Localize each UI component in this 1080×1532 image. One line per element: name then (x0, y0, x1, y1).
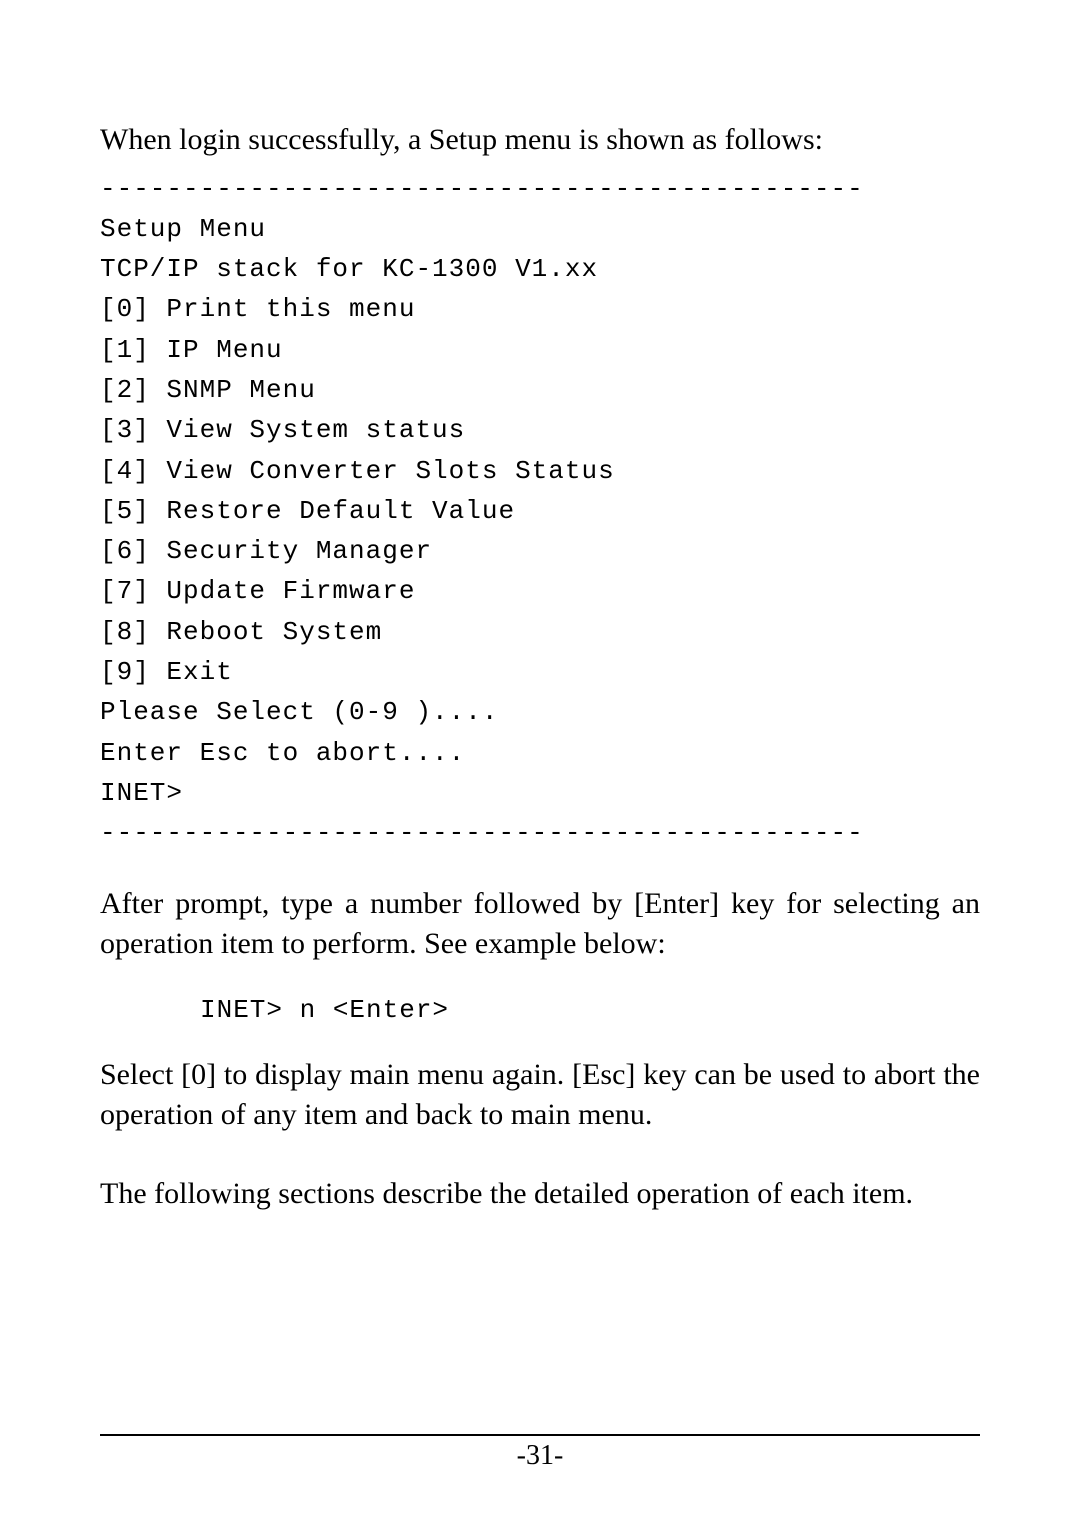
following-sections-paragraph: The following sections describe the deta… (100, 1174, 980, 1215)
menu-item-7: [7] Update Firmware (100, 571, 980, 611)
menu-item-8: [8] Reboot System (100, 612, 980, 652)
select-zero-paragraph: Select [0] to display main menu again. [… (100, 1055, 980, 1136)
page-footer: -31- (100, 1434, 980, 1472)
menu-rule-bottom: ----------------------------------------… (100, 813, 980, 853)
after-prompt-paragraph: After prompt, type a number followed by … (100, 884, 980, 965)
menu-item-3: [3] View System status (100, 410, 980, 450)
menu-item-6: [6] Security Manager (100, 531, 980, 571)
menu-item-9: [9] Exit (100, 652, 980, 692)
menu-item-0: [0] Print this menu (100, 289, 980, 329)
page-number: -31- (517, 1440, 564, 1471)
footer-rule (100, 1434, 980, 1436)
menu-subtitle: TCP/IP stack for KC-1300 V1.xx (100, 249, 980, 289)
example-command: INET> n <Enter> (200, 995, 980, 1025)
setup-menu-block: ----------------------------------------… (100, 169, 980, 854)
menu-item-1: [1] IP Menu (100, 330, 980, 370)
menu-item-2: [2] SNMP Menu (100, 370, 980, 410)
menu-prompt-abort: Enter Esc to abort.... (100, 733, 980, 773)
menu-prompt-select: Please Select (0-9 ).... (100, 692, 980, 732)
paragraph-gap (100, 1146, 980, 1174)
intro-paragraph: When login successfully, a Setup menu is… (100, 120, 980, 161)
menu-rule-top: ----------------------------------------… (100, 169, 980, 209)
menu-prompt-inet: INET> (100, 773, 980, 813)
menu-item-4: [4] View Converter Slots Status (100, 451, 980, 491)
document-page: When login successfully, a Setup menu is… (0, 0, 1080, 1532)
menu-item-5: [5] Restore Default Value (100, 491, 980, 531)
menu-title: Setup Menu (100, 209, 980, 249)
